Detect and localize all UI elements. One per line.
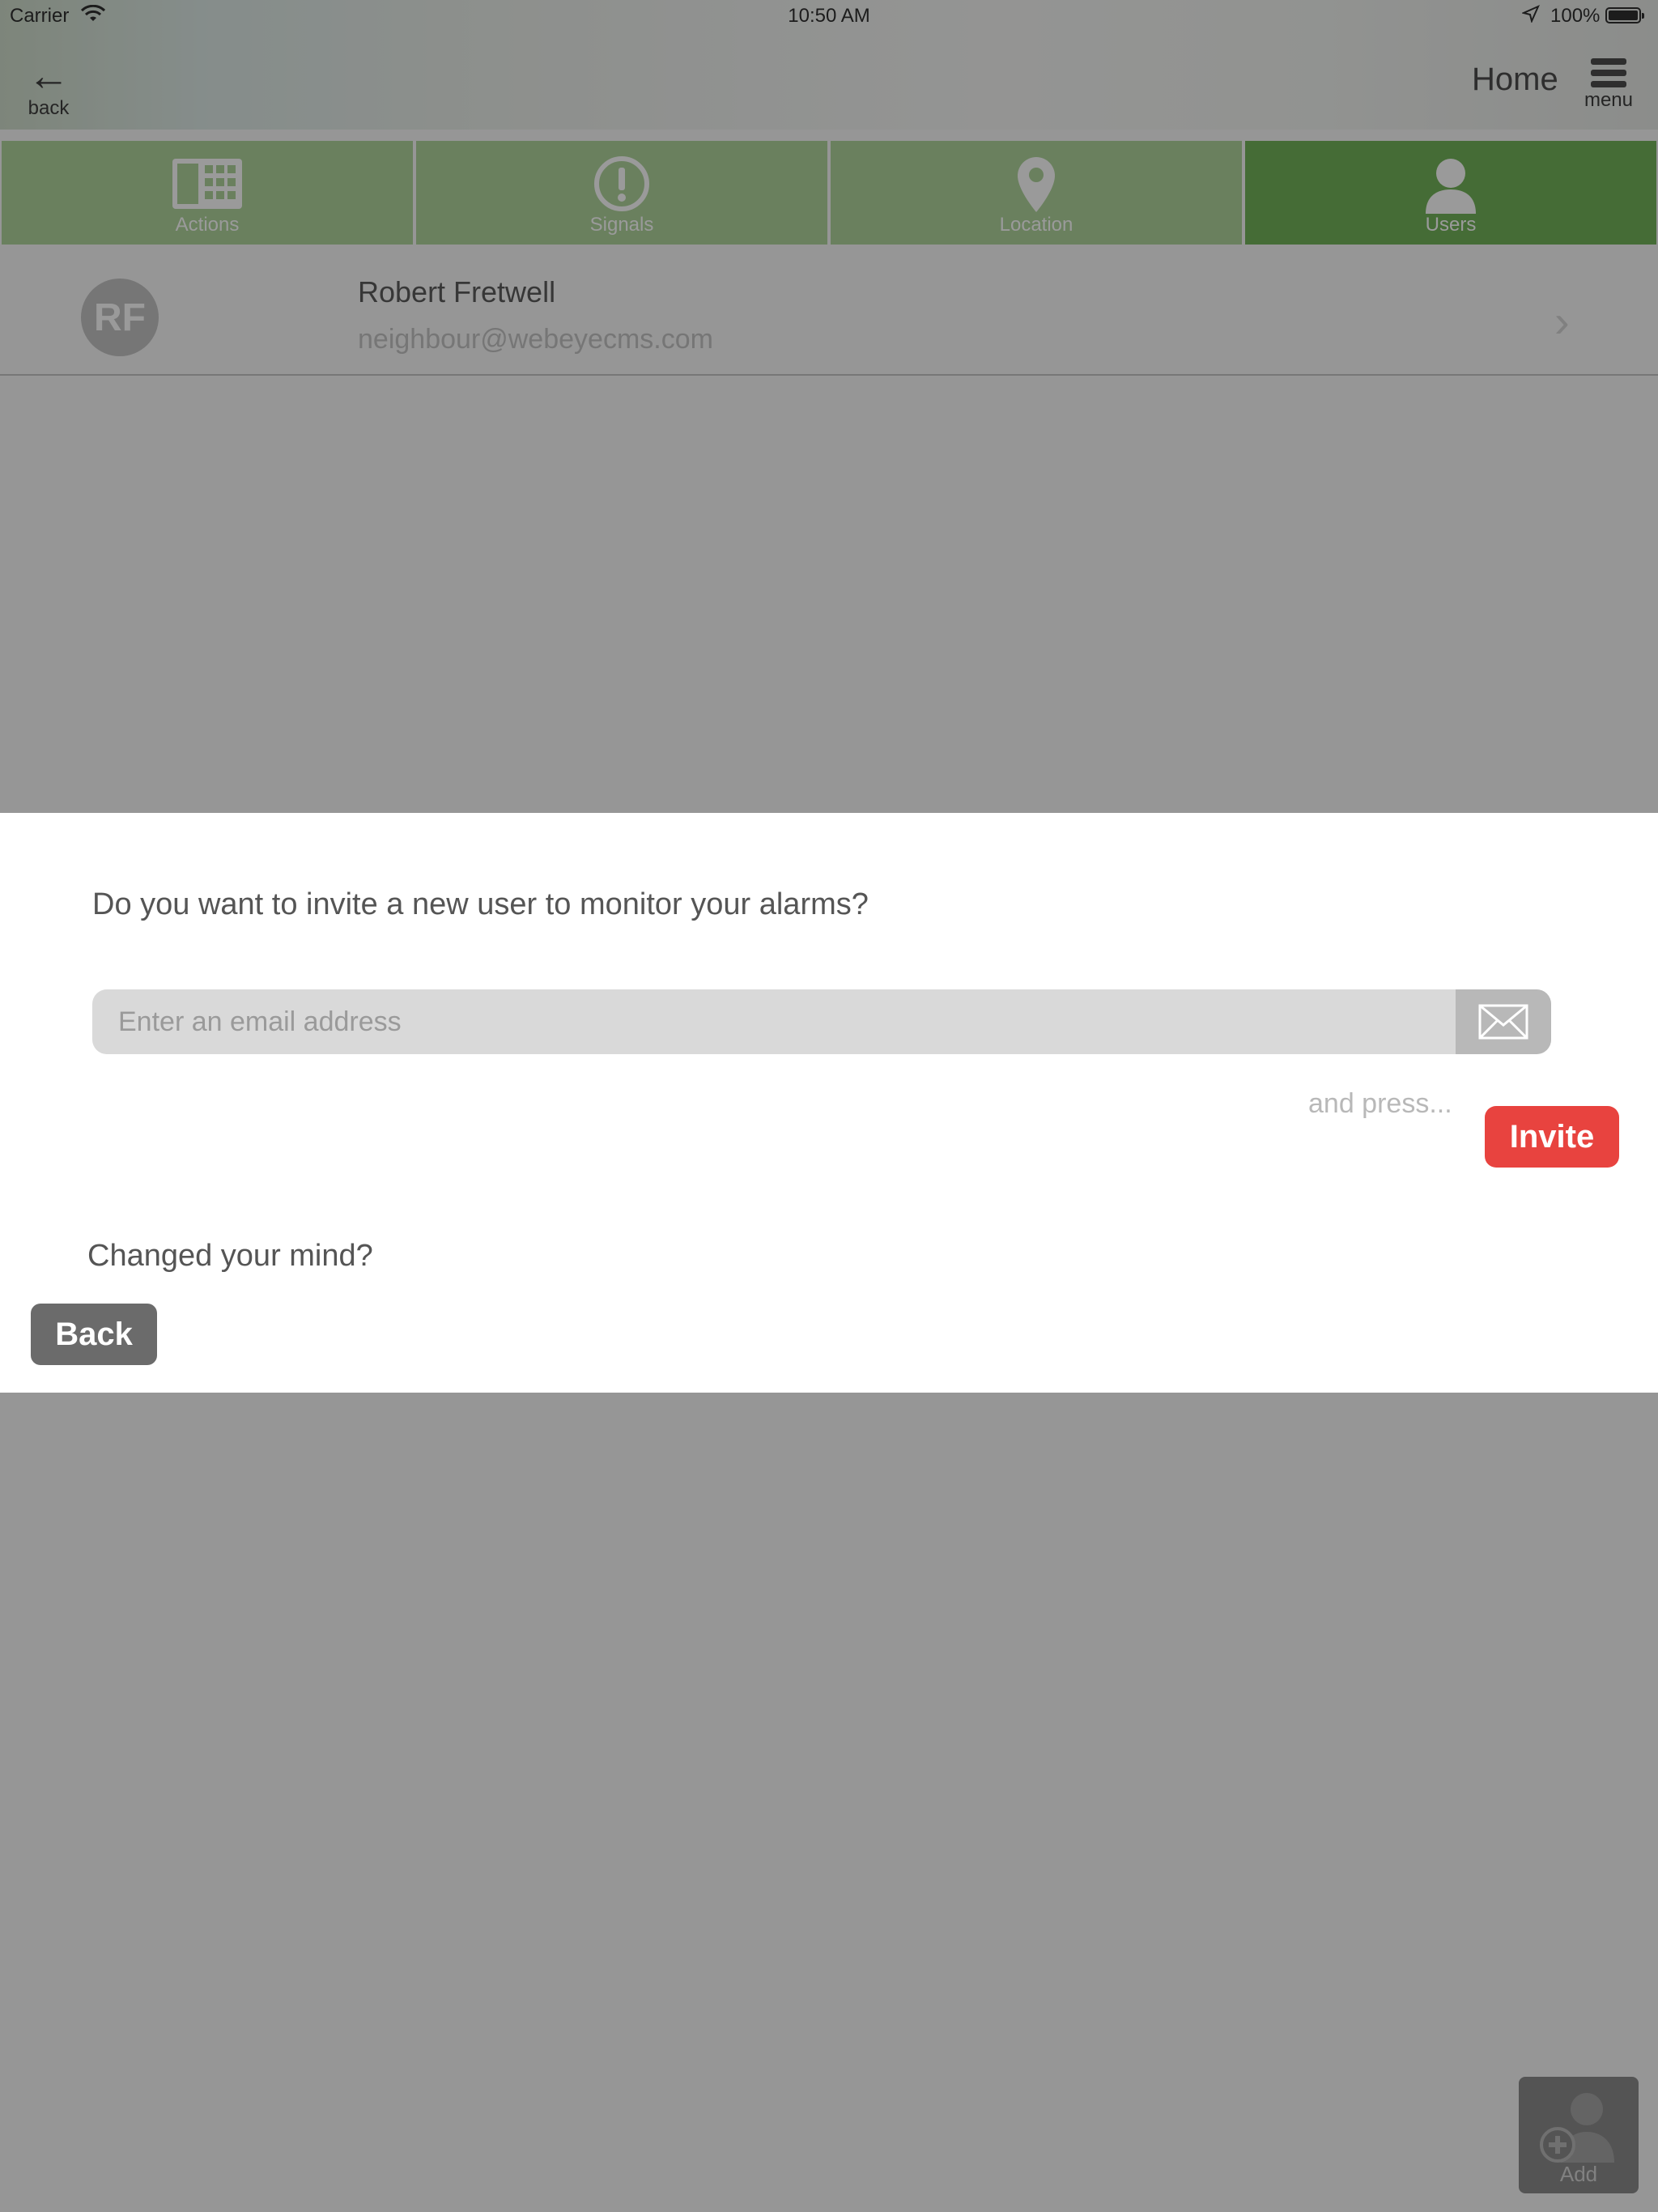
changed-mind-label: Changed your mind? bbox=[87, 1239, 373, 1273]
and-press-hint: and press... bbox=[1308, 1088, 1452, 1119]
invite-user-dialog: Do you want to invite a new user to moni… bbox=[0, 813, 1658, 1393]
email-field-group bbox=[92, 989, 1551, 1054]
envelope-icon bbox=[1478, 1004, 1528, 1040]
email-icon-button[interactable] bbox=[1456, 989, 1551, 1054]
invite-question: Do you want to invite a new user to moni… bbox=[92, 887, 869, 921]
invite-button[interactable]: Invite bbox=[1485, 1106, 1619, 1168]
email-input[interactable] bbox=[92, 989, 1456, 1054]
back-button[interactable]: Back bbox=[31, 1304, 157, 1365]
